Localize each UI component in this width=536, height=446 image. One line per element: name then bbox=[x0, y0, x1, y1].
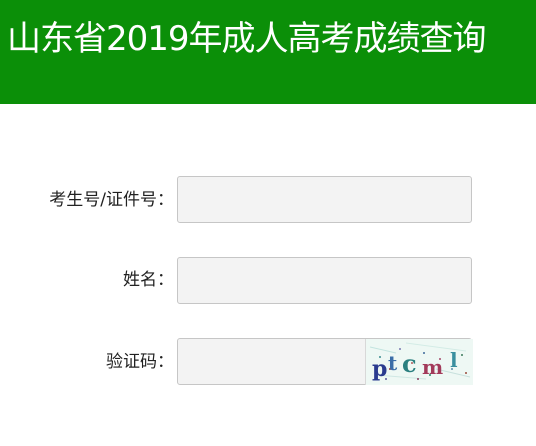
svg-text:m: m bbox=[422, 355, 443, 379]
page-title: 山东省2019年成人高考成绩查询 bbox=[7, 19, 487, 59]
svg-text:t: t bbox=[388, 351, 398, 375]
exam-id-label: 考生号/证件号： bbox=[49, 190, 174, 210]
captcha-noise-graphic: p t c m l bbox=[366, 339, 473, 385]
exam-id-input[interactable] bbox=[177, 176, 472, 223]
svg-text:p: p bbox=[372, 356, 387, 382]
name-input[interactable] bbox=[177, 257, 472, 304]
captcha-label: 验证码： bbox=[106, 352, 174, 372]
header-bar: 山东省2019年成人高考成绩查询 bbox=[0, 0, 536, 104]
captcha-image[interactable]: p t c m l bbox=[365, 339, 473, 385]
svg-text:c: c bbox=[402, 349, 417, 378]
svg-text:l: l bbox=[450, 348, 458, 372]
name-label: 姓名： bbox=[123, 270, 174, 290]
